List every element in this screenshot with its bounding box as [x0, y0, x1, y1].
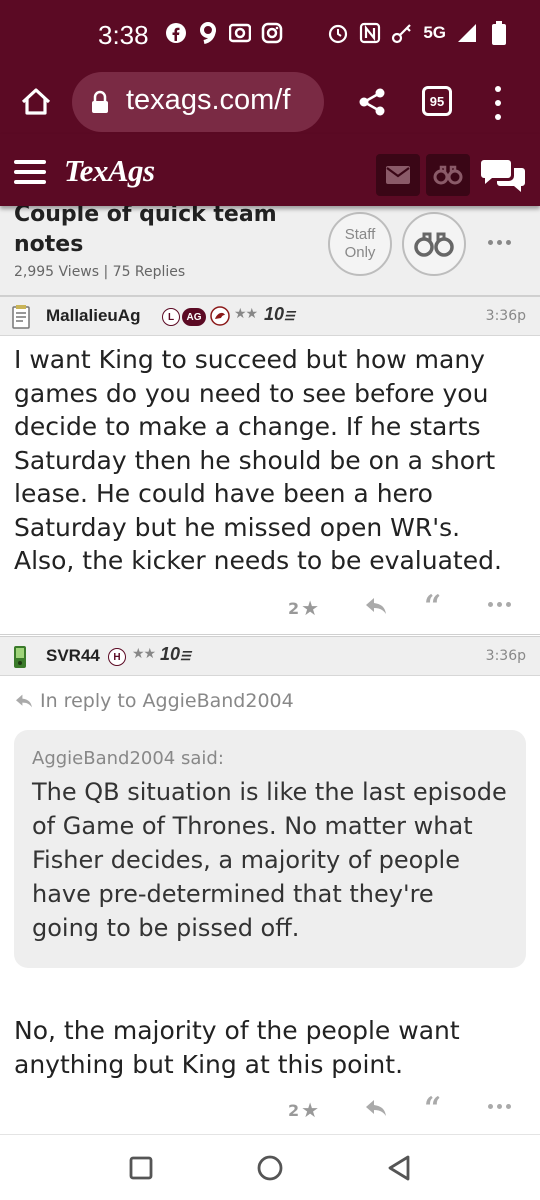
star-icon: ★: [301, 1098, 320, 1122]
recents-button[interactable]: [126, 1153, 156, 1183]
address-bar[interactable]: texags.com/f: [72, 72, 324, 132]
share-icon: [359, 88, 385, 116]
user-badge: L: [162, 308, 180, 326]
share-button[interactable]: [356, 86, 388, 118]
browser-menu-button[interactable]: [488, 86, 508, 120]
reply-icon: [16, 694, 32, 708]
alarm-icon: [327, 22, 349, 44]
like-count: 2: [288, 1100, 300, 1120]
system-icons: 5G: [327, 21, 510, 45]
reply-button[interactable]: [364, 596, 388, 620]
member-years-value: 10: [160, 644, 181, 664]
android-nav-bar: [0, 1134, 540, 1200]
mail-icon: [386, 166, 410, 184]
post-body: No, the majority of the people want anyt…: [14, 1016, 460, 1079]
signal-icon: [456, 22, 478, 44]
post-time: 3:36p: [485, 648, 526, 664]
browser-toolbar: texags.com/f 95: [0, 72, 540, 134]
like-button[interactable]: 2 ★: [288, 1098, 319, 1122]
topic-header: Couple of quick team notes 2,995 Views |…: [0, 206, 540, 296]
binoculars-icon: [433, 165, 463, 185]
nav-home-button[interactable]: [255, 1153, 285, 1183]
quoted-post: AggieBand2004 said: The QB situation is …: [14, 730, 526, 968]
notification-icons: [165, 22, 283, 44]
chat-button[interactable]: [480, 156, 526, 194]
post-username[interactable]: SVR44: [46, 646, 100, 666]
address-text: texags.com/f: [126, 84, 291, 116]
post-more-button[interactable]: [488, 602, 511, 607]
instagram-icon: [261, 22, 283, 44]
topic-stats: 2,995 Views | 75 Replies: [14, 264, 186, 280]
camera-icon: [229, 22, 251, 44]
circle-icon: [257, 1155, 283, 1181]
triangle-back-icon: [388, 1155, 410, 1181]
user-badge: H: [108, 648, 126, 666]
reply-to-link[interactable]: In reply to AggieBand2004: [14, 690, 294, 712]
facebook-icon: [165, 22, 187, 44]
quote-text: The QB situation is like the last episod…: [32, 778, 507, 942]
ag-badge: AG: [182, 308, 206, 326]
key-icon: [391, 22, 413, 44]
quote-author[interactable]: AggieBand2004 said:: [32, 748, 508, 769]
app-9-icon: [197, 22, 219, 44]
lock-icon: [90, 90, 110, 118]
member-years-mark: ☰: [284, 309, 295, 323]
reply-to-text: In reply to AggieBand2004: [40, 690, 294, 712]
reply-icon: [366, 598, 386, 614]
quote-button[interactable]: “: [424, 1094, 441, 1124]
post-header: MallalieuAg L AG ★★ 10☰ 3:36p: [0, 296, 540, 336]
phone-icon: [12, 645, 28, 673]
user-note-icon: [12, 305, 30, 333]
member-years: 10☰: [264, 304, 295, 325]
like-button[interactable]: 2 ★: [288, 596, 319, 620]
post-username[interactable]: MallalieuAg: [46, 306, 140, 326]
topic-title: Couple of quick team notes: [14, 206, 277, 257]
back-button[interactable]: [384, 1153, 414, 1183]
status-bar: 3:38 5G: [0, 0, 540, 72]
tab-switcher-button[interactable]: 95: [422, 86, 452, 116]
post-actions: 2 ★ “: [0, 586, 540, 626]
member-stars: ★★: [234, 306, 258, 322]
member-years-value: 10: [264, 304, 285, 324]
member-years-mark: ☰: [180, 649, 191, 663]
chat-bubbles-icon: [481, 160, 525, 192]
post-more-button[interactable]: [488, 1104, 511, 1109]
post-actions: 2 ★ “: [0, 1088, 540, 1128]
post-time: 3:36p: [485, 308, 526, 324]
home-icon: [21, 88, 51, 115]
status-time: 3:38: [98, 20, 149, 50]
reply-button[interactable]: [364, 1098, 388, 1122]
star-icon: ★: [301, 596, 320, 620]
member-stars: ★★: [132, 646, 156, 662]
post-header: SVR44 H ★★ 10☰ 3:36p: [0, 636, 540, 676]
staff-only-button[interactable]: Staff Only: [328, 212, 392, 276]
square-icon: [129, 1156, 153, 1180]
reply-icon: [366, 1100, 386, 1116]
post-divider: [0, 634, 540, 635]
hamburger-menu-icon[interactable]: [14, 160, 46, 184]
binoculars-icon: [414, 232, 454, 257]
watchlist-button[interactable]: [426, 154, 470, 196]
site-logo[interactable]: TexAgs: [64, 153, 155, 189]
topic-more-button[interactable]: [488, 240, 511, 245]
team-logo-icon: [210, 306, 230, 330]
battery-icon: [488, 21, 510, 45]
quote-button[interactable]: “: [424, 592, 441, 622]
like-count: 2: [288, 598, 300, 618]
network-label: 5G: [423, 23, 446, 42]
site-header: TexAgs: [0, 134, 540, 206]
watch-topic-button[interactable]: [402, 212, 466, 276]
home-button[interactable]: [18, 84, 54, 120]
messages-button[interactable]: [376, 154, 420, 196]
nfc-icon: [359, 22, 381, 44]
post-body: I want King to succeed but how many game…: [14, 345, 502, 575]
member-years: 10☰: [160, 644, 191, 665]
